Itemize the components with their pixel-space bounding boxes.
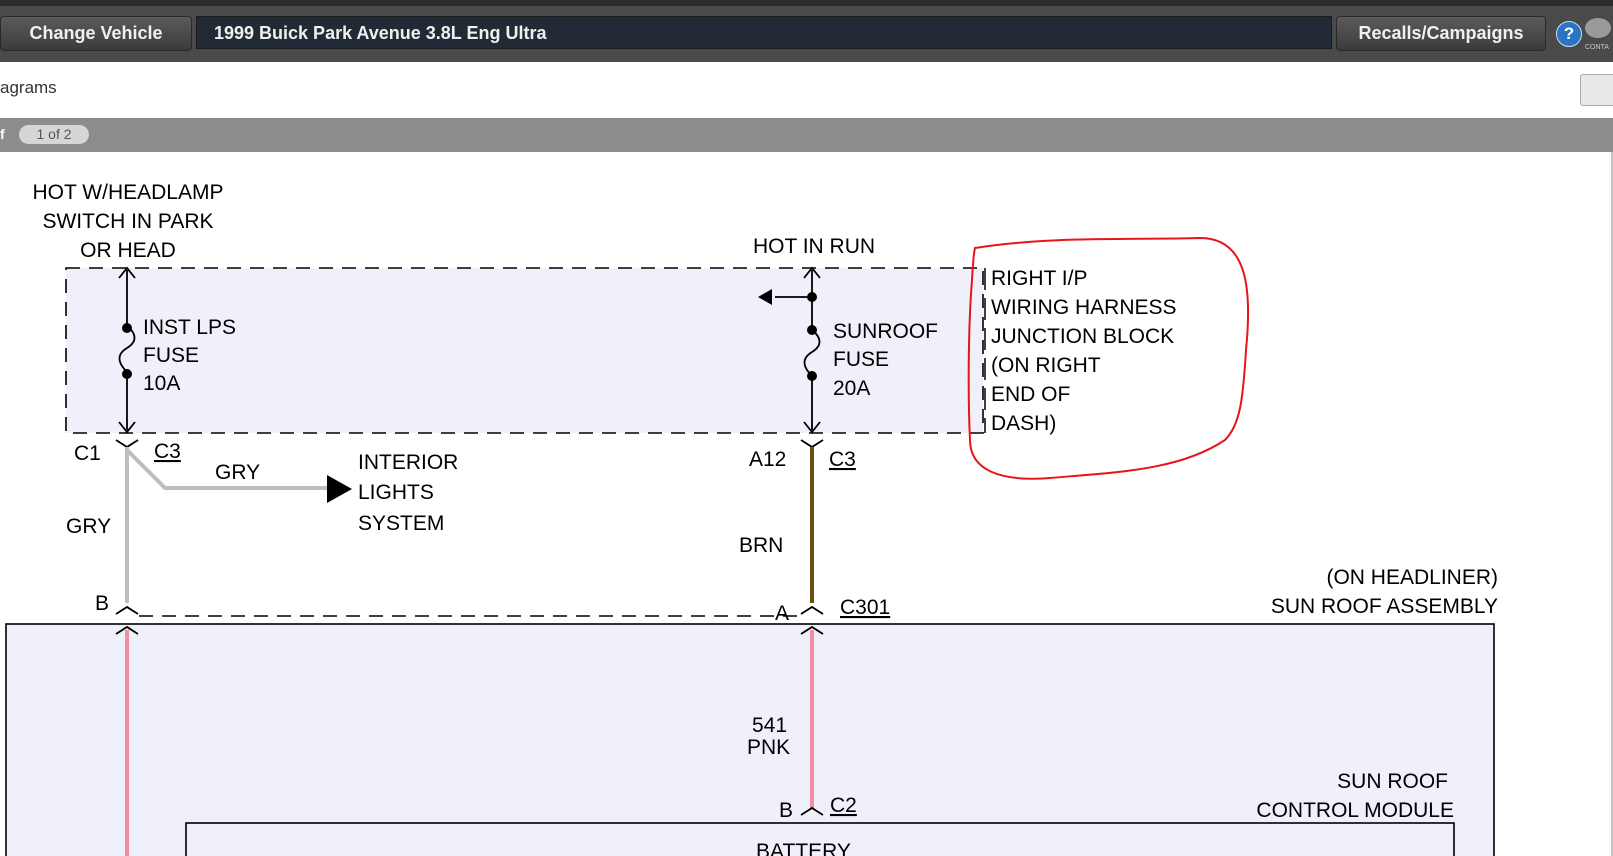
junction-label-2: WIRING HARNESS: [991, 296, 1177, 319]
toolbar-stripe: [0, 0, 1613, 6]
headliner-label: (ON HEADLINER): [1326, 566, 1498, 589]
junction-label-1: RIGHT I/P: [991, 267, 1087, 290]
vehicle-title: 1999 Buick Park Avenue 3.8L Eng Ultra: [196, 16, 1332, 49]
fuse-terminal-dot: [807, 325, 817, 335]
inst-fuse-label-2: FUSE: [143, 344, 199, 367]
connector-c301: C301: [840, 596, 890, 619]
hot-headlamp-line2: SWITCH IN PARK: [42, 210, 213, 233]
gry-branch-label: GRY: [215, 461, 260, 484]
sub-header: agrams: [0, 62, 1613, 119]
junction-label-6: DASH): [991, 412, 1056, 435]
wire-541-label: 541: [752, 714, 787, 737]
connector-a12: A12: [749, 448, 786, 471]
module-label-1: SUN ROOF: [1337, 770, 1448, 793]
module-label-2: CONTROL MODULE: [1256, 799, 1454, 822]
sunroof-fuse-label-2: FUSE: [833, 348, 889, 371]
top-toolbar: Change Vehicle 1999 Buick Park Avenue 3.…: [0, 0, 1613, 62]
junction-label-4: (ON RIGHT: [991, 354, 1101, 377]
interior-label-2: LIGHTS: [358, 481, 434, 504]
fuse-terminal-dot: [807, 371, 817, 381]
connector-c3-left: C3: [154, 440, 181, 463]
connector-a-right: A: [775, 602, 789, 625]
interior-label-3: SYSTEM: [358, 512, 444, 535]
sunroof-assembly-label: SUN ROOF ASSEMBLY: [1271, 595, 1498, 618]
arrow-right-icon: [327, 475, 352, 503]
print-button[interactable]: [1580, 74, 1613, 106]
connector-b-left: B: [95, 592, 109, 615]
connector-c3-right: C3: [829, 448, 856, 471]
inst-fuse-label-1: INST LPS: [143, 316, 236, 339]
connector-c2: C2: [830, 794, 857, 817]
hot-headlamp-line3: OR HEAD: [80, 239, 176, 262]
hot-headlamp-line1: HOT W/HEADLAMP: [33, 181, 224, 204]
fuse-terminal-dot: [122, 323, 132, 333]
pager-bar: f 1 of 2: [0, 118, 1613, 152]
splice-dot: [807, 292, 817, 302]
inst-fuse-label-3: 10A: [143, 372, 180, 395]
junction-label-3: JUNCTION BLOCK: [991, 325, 1174, 348]
sunroof-fuse-label-1: SUNROOF: [833, 320, 938, 343]
chat-icon[interactable]: [1585, 18, 1611, 38]
breadcrumb: agrams: [0, 78, 57, 97]
brn-label: BRN: [739, 534, 783, 557]
help-icon[interactable]: ?: [1556, 21, 1582, 47]
page-indicator[interactable]: 1 of 2: [19, 125, 89, 144]
connector-b-c2: B: [779, 799, 793, 822]
pnk-label: PNK: [747, 736, 790, 759]
gry-vertical-label: GRY: [66, 515, 111, 538]
chat-label: CONTA: [1585, 44, 1609, 51]
sunroof-fuse-label-3: 20A: [833, 377, 870, 400]
recalls-campaigns-button[interactable]: Recalls/Campaigns: [1336, 16, 1546, 51]
fuse-terminal-dot: [122, 369, 132, 379]
junction-label-5: END OF: [991, 383, 1070, 406]
interior-label-1: INTERIOR: [358, 451, 458, 474]
wiring-diagram: HOT W/HEADLAMP SWITCH IN PARK OR HEAD IN…: [5, 152, 1613, 856]
battery-label-partial: BATTERY: [756, 840, 851, 856]
hot-in-run-label: HOT IN RUN: [753, 235, 875, 258]
change-vehicle-button[interactable]: Change Vehicle: [0, 16, 192, 51]
pager-label: f: [0, 126, 5, 142]
connector-c1: C1: [74, 442, 101, 465]
